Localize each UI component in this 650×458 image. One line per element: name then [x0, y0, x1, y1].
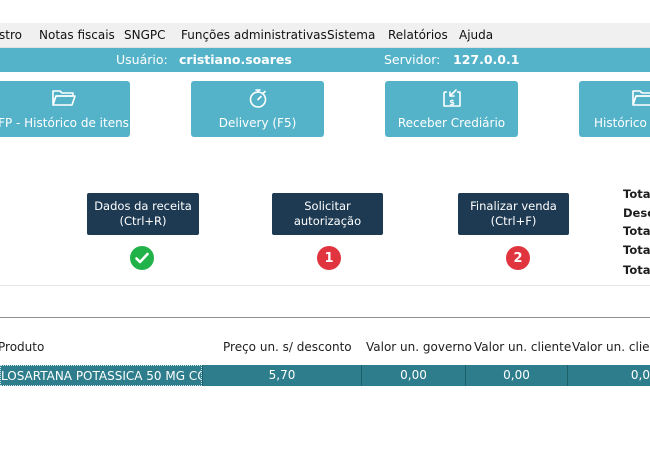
menu-item-funcoes-administrativas[interactable]: Funções administrativas	[181, 23, 327, 47]
menu-item-sistema[interactable]: Sistema	[327, 23, 375, 47]
delivery-label: Delivery (F5)	[218, 116, 297, 130]
server-value: 127.0.0.1	[453, 52, 520, 67]
cell-produto: LOSARTANA POTASSICA 50 MG CO...	[0, 365, 202, 386]
historico-label: Histórico d	[594, 116, 650, 130]
column-header-produto[interactable]: Produto	[0, 336, 44, 358]
step-2-badge: 2	[506, 246, 530, 270]
fp-historico-itens-button[interactable]: FP - Histórico de itens	[0, 81, 130, 137]
folder-icon	[579, 87, 650, 109]
window-top-strip	[0, 0, 650, 23]
cell-valor-cliente: 0,00	[465, 365, 567, 386]
desconto-label: Desc	[623, 206, 650, 220]
cell-preco: 5,70	[202, 365, 361, 386]
dados-da-receita-line2: (Ctrl+R)	[119, 214, 167, 228]
receber-crediario-label: Receber Crediário	[397, 116, 506, 130]
column-header-valor-governo[interactable]: Valor un. governo	[366, 336, 472, 358]
check-icon	[130, 246, 154, 270]
solicitar-autorizacao-line2: autorização	[293, 214, 362, 228]
delivery-button[interactable]: Delivery (F5)	[191, 81, 324, 137]
total-label-4: Total	[623, 263, 650, 277]
total-label-3: Total	[623, 243, 650, 257]
items-table-header: Produto Preço un. s/ desconto Valor un. …	[0, 336, 650, 358]
folder-icon	[0, 87, 130, 109]
column-header-preco[interactable]: Preço un. s/ desconto	[223, 336, 352, 358]
svg-text:$: $	[449, 98, 455, 107]
cell-valor-cliente-2: 0,0	[567, 365, 650, 386]
solicitar-autorizacao-line1: Solicitar	[304, 199, 351, 213]
stopwatch-icon	[191, 87, 324, 109]
solicitar-autorizacao-button[interactable]: Solicitar autorização	[272, 193, 383, 235]
menu-item-ajuda[interactable]: Ajuda	[459, 23, 493, 47]
session-info-bar: Usuário: cristiano.soares Servidor: 127.…	[0, 48, 650, 72]
menu-item-cadastro[interactable]: stro	[0, 23, 22, 47]
cell-valor-governo: 0,00	[361, 365, 465, 386]
divider	[0, 317, 650, 318]
finalizar-venda-line2: (Ctrl+F)	[490, 214, 537, 228]
table-row[interactable]: LOSARTANA POTASSICA 50 MG CO... 5,70 0,0…	[0, 365, 650, 386]
column-header-valor-cliente[interactable]: Valor un. cliente	[474, 336, 571, 358]
step-1-badge: 1	[317, 246, 341, 270]
dados-da-receita-line1: Dados da receita	[94, 199, 192, 213]
column-header-valor-cliente-2[interactable]: Valor un. client	[572, 336, 650, 358]
receber-crediario-button[interactable]: $ Receber Crediário	[385, 81, 518, 137]
dados-da-receita-button[interactable]: Dados da receita (Ctrl+R)	[87, 193, 199, 235]
user-value: cristiano.soares	[179, 52, 292, 67]
menu-item-notas-fiscais[interactable]: Notas fiscais	[39, 23, 115, 47]
menu-item-relatorios[interactable]: Relatórios	[388, 23, 448, 47]
menu-bar: stro Notas fiscais SNGPC Funções adminis…	[0, 23, 650, 48]
finalizar-venda-button[interactable]: Finalizar venda (Ctrl+F)	[458, 193, 569, 235]
user-label: Usuário:	[116, 52, 168, 67]
historico-button[interactable]: Histórico d	[579, 81, 650, 137]
server-label: Servidor:	[384, 52, 441, 67]
total-label-2: Total	[623, 224, 650, 238]
fp-historico-itens-label: FP - Histórico de itens	[0, 116, 129, 130]
divider	[0, 285, 650, 286]
finalizar-venda-line1: Finalizar venda	[470, 199, 557, 213]
menu-item-sngpc[interactable]: SNGPC	[124, 23, 166, 47]
receive-money-icon: $	[385, 87, 518, 109]
total-label-1: Total	[623, 187, 650, 201]
